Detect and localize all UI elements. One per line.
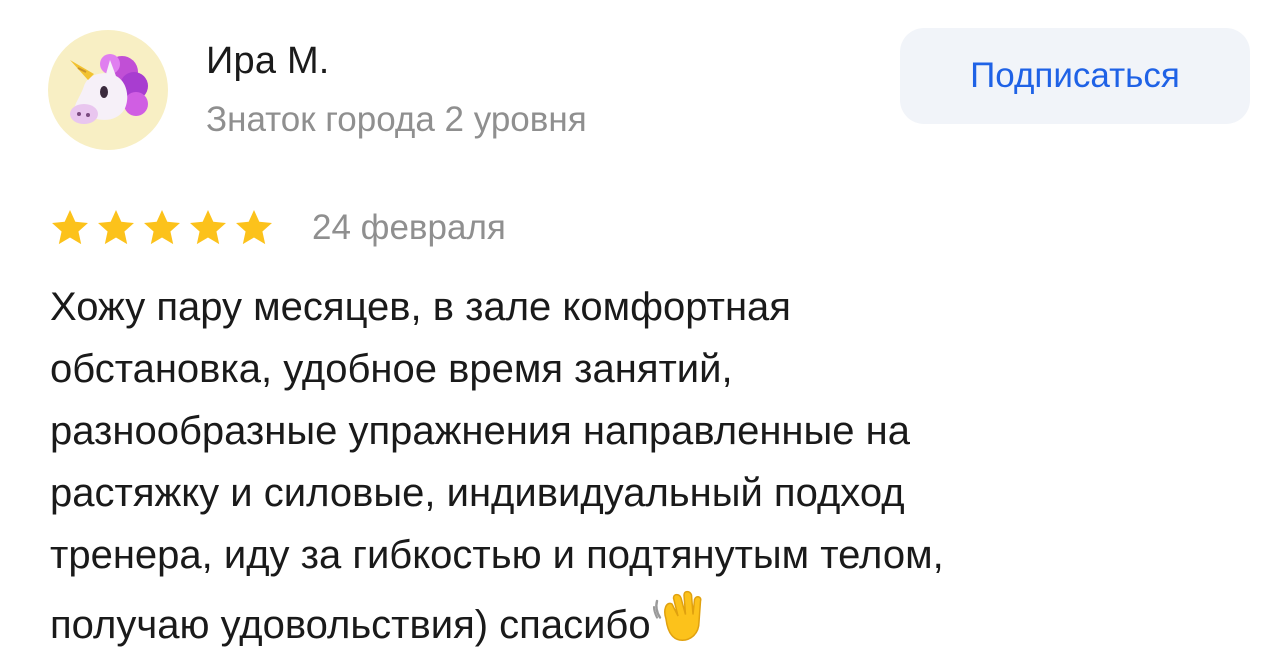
star-icon <box>98 210 134 245</box>
star-rating <box>48 206 278 250</box>
subscribe-button[interactable]: Подписаться <box>900 28 1250 124</box>
review-body: Хожу пару месяцев, в зале комфортная обс… <box>50 285 944 647</box>
waving-hand-icon <box>652 590 702 641</box>
review-date: 24 февраля <box>312 208 506 247</box>
author-level: Знаток города 2 уровня <box>206 100 587 139</box>
star-icon <box>144 210 180 245</box>
author-avatar[interactable] <box>48 30 168 150</box>
review-text: Хожу пару месяцев, в зале комфортная обс… <box>50 276 1250 656</box>
star-icon <box>52 210 88 245</box>
star-icon <box>236 210 272 245</box>
author-name[interactable]: Ира М. <box>206 40 330 83</box>
star-icon <box>190 210 226 245</box>
unicorn-avatar-icon <box>70 54 148 124</box>
review-card: Ира М. Знаток города 2 уровня Подписатьс… <box>0 0 1280 669</box>
